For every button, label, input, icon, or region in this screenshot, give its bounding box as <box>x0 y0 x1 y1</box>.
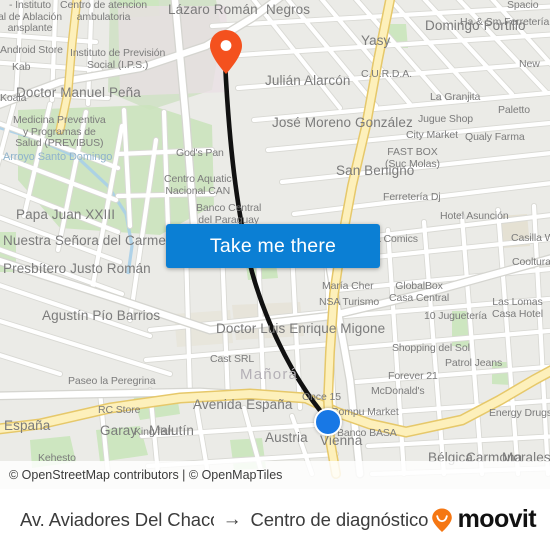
origin-marker[interactable] <box>314 408 342 436</box>
take-me-there-button[interactable]: Take me there <box>166 224 380 268</box>
map-attribution: © OpenStreetMap contributors | © OpenMap… <box>0 461 550 489</box>
route-arrow-icon: → <box>222 509 242 530</box>
map-canvas[interactable]: - Instituto al de Ablación ansplante Cent… <box>0 0 550 489</box>
moovit-wordmark: moovit <box>457 505 537 533</box>
route-bottom-bar: Av. Aviadores Del Chaco… → Centro de dia… <box>0 489 550 550</box>
route-origin-label: Av. Aviadores Del Chaco… <box>20 508 214 530</box>
route-destination-label: Centro de diagnóstico … <box>250 508 429 530</box>
moovit-pin-icon <box>431 508 452 532</box>
route-summary[interactable]: Av. Aviadores Del Chaco… → Centro de dia… <box>20 509 429 531</box>
moovit-map-page: - Instituto al de Ablación ansplante Cent… <box>0 0 550 550</box>
moovit-logo[interactable]: moovit <box>429 505 537 533</box>
destination-marker[interactable] <box>208 28 244 76</box>
